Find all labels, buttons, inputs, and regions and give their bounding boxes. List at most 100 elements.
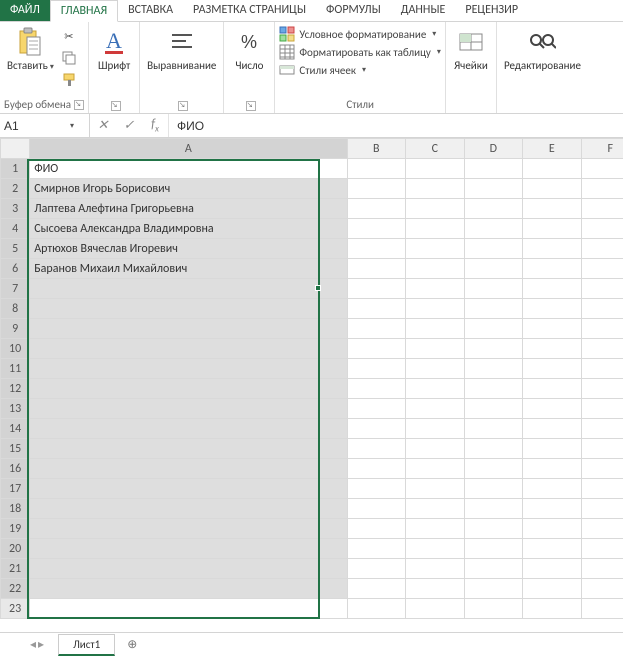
cell[interactable] [347, 359, 405, 379]
tab-file[interactable]: ФАЙЛ [0, 0, 50, 21]
row-header[interactable]: 22 [1, 579, 30, 599]
cell[interactable] [581, 239, 623, 259]
cell[interactable] [464, 519, 522, 539]
cell[interactable] [347, 219, 405, 239]
cell[interactable] [523, 439, 581, 459]
row-header[interactable]: 14 [1, 419, 30, 439]
cell[interactable] [347, 339, 405, 359]
cell[interactable] [347, 419, 405, 439]
cell[interactable] [406, 559, 464, 579]
cell[interactable] [581, 359, 623, 379]
cell[interactable] [464, 479, 522, 499]
row-header[interactable]: 2 [1, 179, 30, 199]
cell[interactable]: Смирнов Игорь Борисович [30, 179, 347, 199]
cell[interactable] [523, 479, 581, 499]
row-header[interactable]: 8 [1, 299, 30, 319]
cell[interactable] [30, 399, 347, 419]
cell[interactable] [30, 419, 347, 439]
cell[interactable] [30, 439, 347, 459]
cell[interactable] [406, 439, 464, 459]
cell[interactable] [347, 459, 405, 479]
number-button[interactable]: % Число [228, 24, 270, 74]
sheet-nav-prev-icon[interactable]: ◂ [30, 637, 36, 652]
row-header[interactable]: 11 [1, 359, 30, 379]
cell[interactable] [30, 579, 347, 599]
cell[interactable] [581, 559, 623, 579]
cell[interactable] [347, 179, 405, 199]
cell[interactable] [523, 279, 581, 299]
cell[interactable] [406, 279, 464, 299]
cell[interactable] [347, 519, 405, 539]
cell[interactable] [464, 219, 522, 239]
cell[interactable] [347, 599, 405, 619]
name-box[interactable]: ▾ [0, 114, 90, 137]
cell[interactable] [406, 579, 464, 599]
cell[interactable] [406, 199, 464, 219]
column-header[interactable]: F [581, 139, 623, 159]
cell[interactable] [523, 559, 581, 579]
cell[interactable] [523, 579, 581, 599]
cell-styles-button[interactable]: Стили ячеек▾ [279, 62, 441, 78]
row-header[interactable]: 5 [1, 239, 30, 259]
row-header[interactable]: 7 [1, 279, 30, 299]
cell[interactable] [406, 299, 464, 319]
tab-insert[interactable]: ВСТАВКА [118, 0, 183, 21]
tab-page-layout[interactable]: РАЗМЕТКА СТРАНИЦЫ [183, 0, 316, 21]
cell[interactable] [406, 159, 464, 179]
cell[interactable] [406, 539, 464, 559]
row-header[interactable]: 23 [1, 599, 30, 619]
cell[interactable] [464, 579, 522, 599]
format-painter-button[interactable] [61, 72, 77, 88]
cell[interactable] [30, 479, 347, 499]
cell[interactable] [347, 239, 405, 259]
row-header[interactable]: 9 [1, 319, 30, 339]
cell[interactable] [523, 459, 581, 479]
cell[interactable] [464, 379, 522, 399]
cell[interactable] [30, 319, 347, 339]
cell[interactable] [523, 179, 581, 199]
select-all-corner[interactable] [1, 139, 30, 159]
cell[interactable] [581, 479, 623, 499]
cell[interactable] [347, 379, 405, 399]
cell[interactable] [464, 339, 522, 359]
dialog-launcher-icon[interactable] [74, 100, 84, 110]
dialog-launcher-icon[interactable] [178, 101, 188, 111]
cell[interactable] [464, 459, 522, 479]
cell[interactable] [464, 499, 522, 519]
cell[interactable] [347, 159, 405, 179]
cell[interactable] [581, 519, 623, 539]
row-header[interactable]: 13 [1, 399, 30, 419]
cell[interactable] [581, 179, 623, 199]
cell[interactable] [464, 259, 522, 279]
cell[interactable]: Баранов Михаил Михайлович [30, 259, 347, 279]
row-header[interactable]: 19 [1, 519, 30, 539]
cell[interactable] [581, 399, 623, 419]
copy-button[interactable] [61, 50, 77, 66]
cell[interactable] [406, 379, 464, 399]
cell[interactable] [523, 519, 581, 539]
cell[interactable] [581, 199, 623, 219]
cell[interactable] [464, 239, 522, 259]
cell[interactable] [464, 399, 522, 419]
column-header[interactable]: C [406, 139, 464, 159]
cell[interactable] [406, 599, 464, 619]
cell[interactable] [581, 599, 623, 619]
name-box-input[interactable] [4, 119, 64, 133]
cell[interactable] [347, 479, 405, 499]
cell[interactable] [406, 319, 464, 339]
cell[interactable] [347, 579, 405, 599]
cell[interactable] [464, 279, 522, 299]
cells-button[interactable]: Ячейки [450, 24, 492, 74]
cut-button[interactable]: ✂ [61, 28, 77, 44]
column-header[interactable]: E [523, 139, 581, 159]
cell[interactable] [347, 539, 405, 559]
cell[interactable] [30, 459, 347, 479]
conditional-formatting-button[interactable]: Условное форматирование▾ [279, 26, 441, 42]
cell[interactable] [347, 399, 405, 419]
cell[interactable] [464, 419, 522, 439]
enter-formula-button[interactable]: ✓ [116, 118, 142, 133]
cell[interactable] [347, 439, 405, 459]
row-header[interactable]: 17 [1, 479, 30, 499]
cell[interactable] [581, 159, 623, 179]
sheet-nav[interactable]: ◂ ▸ [30, 637, 56, 652]
